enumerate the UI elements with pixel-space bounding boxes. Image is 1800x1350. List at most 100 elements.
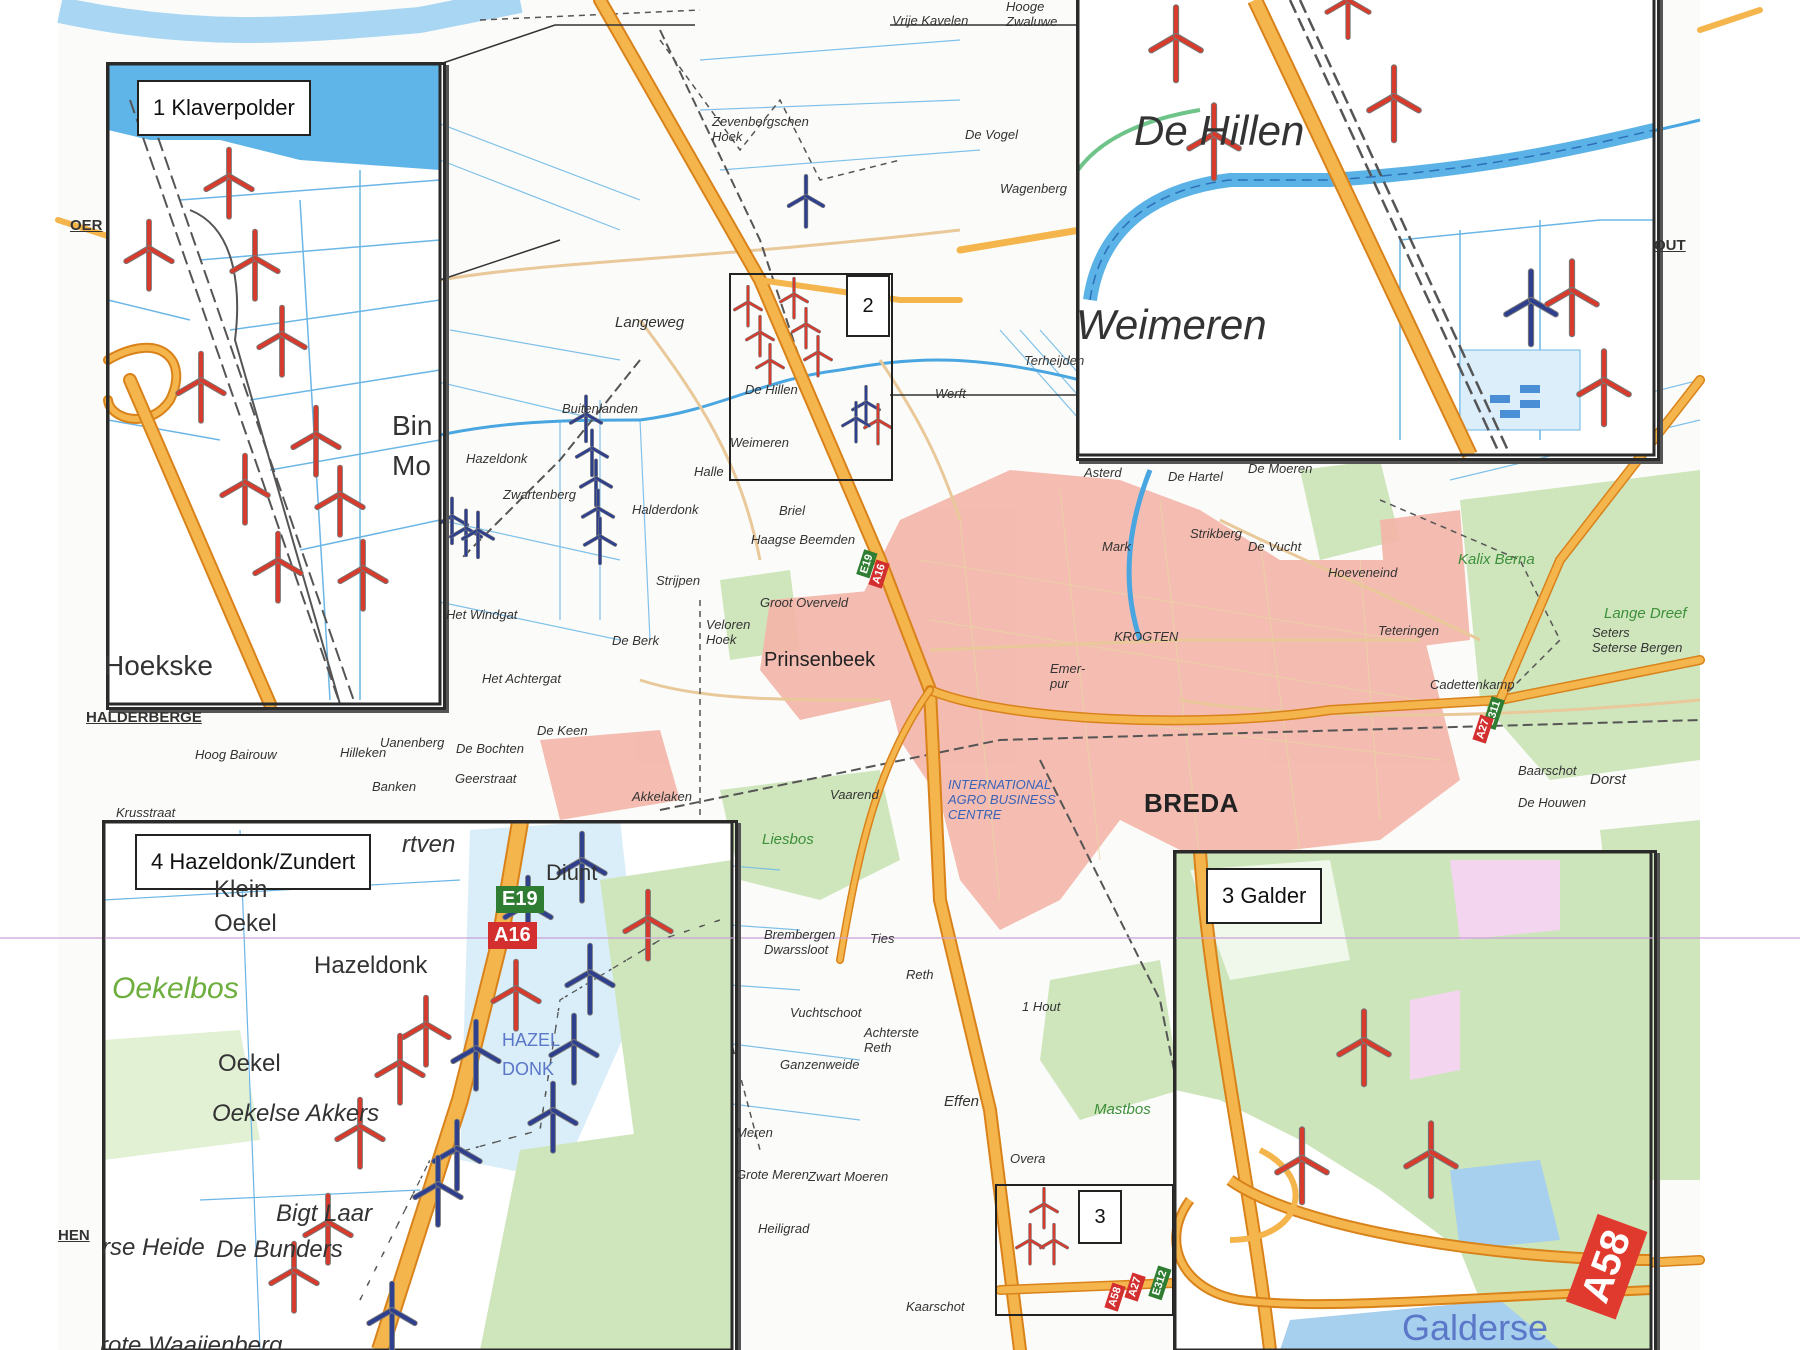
map-label-kalix-berna: Kalix Berna: [1458, 551, 1535, 568]
inset-2-label-de-hillen: De Hillen: [1134, 107, 1305, 154]
map-label-langeweg: Langeweg: [615, 314, 685, 331]
map-label-buitenlanden: Buitenlanden: [562, 401, 638, 416]
map-label-het-windgat: Het Windgat: [446, 607, 518, 622]
inset-4-shield-a16: A16: [488, 922, 537, 949]
map-label-werft: Werft: [935, 386, 966, 401]
map-label-uanenberg: Uanenberg: [380, 735, 445, 750]
inset-4-label-hazel-donk: HAZEL DONK: [502, 1030, 561, 1079]
inset-4-label-bigt-laar: Bigt Laar: [276, 1200, 373, 1227]
inset-3-title: 3 Galder: [1206, 868, 1323, 924]
map-label-de-vucht: De Vucht: [1248, 539, 1302, 554]
map-label-ganzenweide: Ganzenweide: [780, 1057, 860, 1072]
map-label-haagse-beemden: Haagse Beemden: [751, 532, 856, 547]
map-label-krogten: KROGTEN: [1114, 629, 1179, 644]
inset-1-map: [103, 62, 442, 711]
map-label-wagenberg: Wagenberg: [1000, 181, 1067, 196]
map-label-kaarschot: Kaarschot: [906, 1299, 965, 1314]
map-label-ties: Ties: [870, 931, 895, 946]
marker-box-2-label: 2: [846, 275, 890, 337]
inset-1-title: 1 Klaverpolder: [137, 80, 311, 136]
inset-4-label-oekelbos: Oekelbos: [112, 972, 239, 1005]
map-label-de-moeren: De Moeren: [1248, 461, 1313, 476]
map-label-halle: Halle: [694, 464, 724, 479]
map-label-breda: BREDA: [1144, 788, 1239, 818]
map-label-krusstraat: Krusstraat: [116, 805, 176, 820]
map-label-banken: Banken: [372, 779, 417, 794]
map-label-terheijden: Terheijden: [1024, 353, 1085, 368]
marker-box-3-label: 3: [1078, 1190, 1122, 1244]
map-label-hooge-zwaluwe: Hooge Zwaluwe: [1006, 0, 1058, 29]
map-label-lange-dreef: Lange Dreef: [1604, 605, 1687, 622]
map-label-hoog-bairouw: Hoog Bairouw: [195, 747, 277, 762]
map-label-hen: HEN: [58, 1227, 90, 1244]
map-label-vaarend: Vaarend: [830, 787, 879, 802]
map-label-de-houwen: De Houwen: [1518, 795, 1586, 810]
map-label-teteringen: Teteringen: [1378, 623, 1439, 638]
map-label-oer: OER: [70, 217, 103, 234]
map-label-zevenbergschen-hoek: Zevenbergschen Hoek: [712, 114, 809, 144]
inset-2-map: [1076, 0, 1656, 459]
inset-4-label-waaijenberg: rote Waaijenberg: [100, 1332, 283, 1350]
map-label-het-out: OUT: [1654, 237, 1686, 254]
map-label-overa: Overa: [1010, 1151, 1046, 1166]
inset-1-label-hoekske: Hoekske: [104, 650, 213, 681]
map-label-cadettenkamp: Cadettenkamp: [1430, 677, 1515, 692]
map-label-de-hartel: De Hartel: [1168, 469, 1223, 484]
map-label-vrije-kavelen: Vrije Kavelen: [892, 13, 969, 28]
map-label-zwartenberg: Zwartenberg: [503, 487, 576, 502]
inset-4-shield-e19: E19: [496, 886, 544, 913]
inset-4-label-rtven: rtven: [402, 831, 456, 858]
map-label-akkelaken: Akkelaken: [632, 789, 692, 804]
inset-2-label-weimeren: Weimeren: [1076, 301, 1267, 348]
map-label-het-achtergat: Het Achtergat: [482, 671, 562, 686]
map-label-seters: Seters Seterse Bergen: [1592, 625, 1683, 655]
map-label-strikberg: Strikberg: [1190, 526, 1243, 541]
map-label-briel: Briel: [779, 503, 806, 518]
map-label-emer: Emer- pur: [1050, 661, 1086, 691]
map-label-strijpen: Strijpen: [656, 573, 701, 588]
base-map: [0, 0, 1800, 1350]
map-label-mark: Mark: [1102, 539, 1131, 554]
map-label-zwart-moeren: Zwart Moeren: [808, 1169, 889, 1184]
inset-4-label-rse-heide: rse Heide: [102, 1234, 205, 1261]
map-label-international-centre: INTERNATIONAL AGRO BUSINESS CENTRE: [948, 777, 1056, 822]
map-label-mastbos: Mastbos: [1094, 1101, 1151, 1118]
inset-4-label-hazeldonk: Hazeldonk: [314, 952, 428, 979]
map-label-1-hout: 1 Hout: [1022, 999, 1061, 1014]
map-label-brembergen: Brembergen Dwarssloot: [764, 927, 836, 957]
map-label-de-vogel: De Vogel: [965, 127, 1018, 142]
map-label-liesbos: Liesbos: [762, 831, 814, 848]
inset-4-label-oekel-1: Oekel: [214, 910, 277, 937]
map-label-de-bochten: De Bochten: [456, 741, 524, 756]
inset-3-label-galderse: Galderse: [1402, 1307, 1549, 1348]
map-label-grote-meren: Grote Meren: [736, 1167, 809, 1182]
map-label-prinsenbeek: Prinsenbeek: [764, 649, 876, 671]
map-label-groot-overveld: Groot Overveld: [760, 595, 849, 610]
map-label-halderberge: HALDERBERGE: [86, 709, 202, 726]
map-label-dorst: Dorst: [1590, 771, 1626, 788]
inset-4-map: [102, 820, 734, 1350]
map-label-de-berk: De Berk: [612, 633, 659, 648]
map-label-halderdonk: Halderdonk: [632, 502, 699, 517]
inset-4-label-oekel-2: Oekel: [218, 1050, 281, 1077]
map-label-meren: Meren: [736, 1125, 773, 1140]
map-label-reth: Reth: [906, 967, 934, 982]
map-label-heiligrad: Heiligrad: [758, 1221, 810, 1236]
map-label-de-hillen-main: De Hillen: [745, 382, 798, 397]
inset-4-label-diunt: Diunt: [546, 860, 598, 885]
map-label-asterd: Asterd: [1084, 465, 1122, 480]
map-label-geerstraat: Geerstraat: [455, 771, 517, 786]
inset-1-label-bin: Bin: [392, 410, 433, 441]
map-label-hoeveneind: Hoeveneind: [1328, 565, 1398, 580]
map-label-weimeren-main: Weimeren: [730, 435, 790, 450]
map-page: 2 3 1 Klaverpolder 3 Galder 4 Hazeldonk/…: [0, 0, 1800, 1350]
map-label-vuchtschoot: Vuchtschoot: [790, 1005, 862, 1020]
map-label-achterste-reth: Achterste Reth: [864, 1025, 919, 1055]
map-label-hazeldonk-main: Hazeldonk: [466, 451, 528, 466]
map-label-baarschot: Baarschot: [1518, 763, 1577, 778]
inset-4-label-klein: Klein: [214, 876, 268, 903]
map-label-de-keen: De Keen: [537, 723, 588, 738]
map-label-effen: Effen: [944, 1093, 980, 1110]
inset-4-label-oekelse-akkers: Oekelse Akkers: [212, 1100, 380, 1127]
inset-4-label-de-bunders: De Bunders: [216, 1236, 343, 1263]
